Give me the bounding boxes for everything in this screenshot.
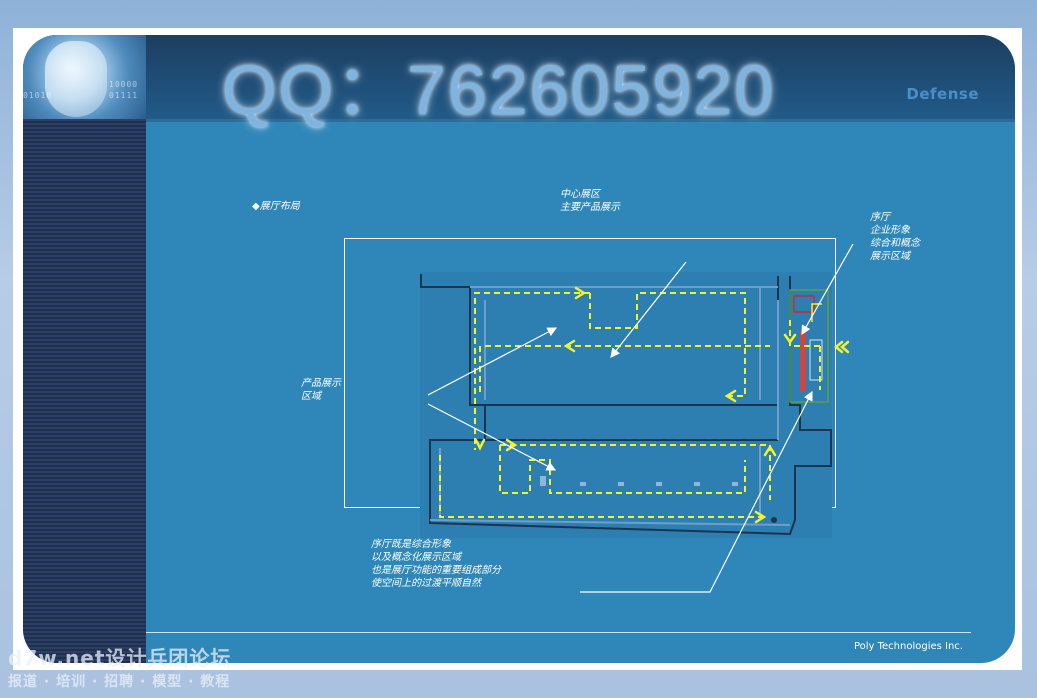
end-point-icon bbox=[771, 517, 777, 523]
watermark-line: 报道 · 培训 · 招聘 · 模型 · 教程 bbox=[8, 674, 231, 690]
watermark-line: d7w.net设计兵团论坛 bbox=[8, 646, 232, 670]
watermark: d7w.net设计兵团论坛 报道 · 培训 · 招聘 · 模型 · 教程 bbox=[8, 642, 231, 691]
chevron-left-icon bbox=[840, 340, 850, 354]
floor-plan-diagram bbox=[420, 243, 854, 593]
